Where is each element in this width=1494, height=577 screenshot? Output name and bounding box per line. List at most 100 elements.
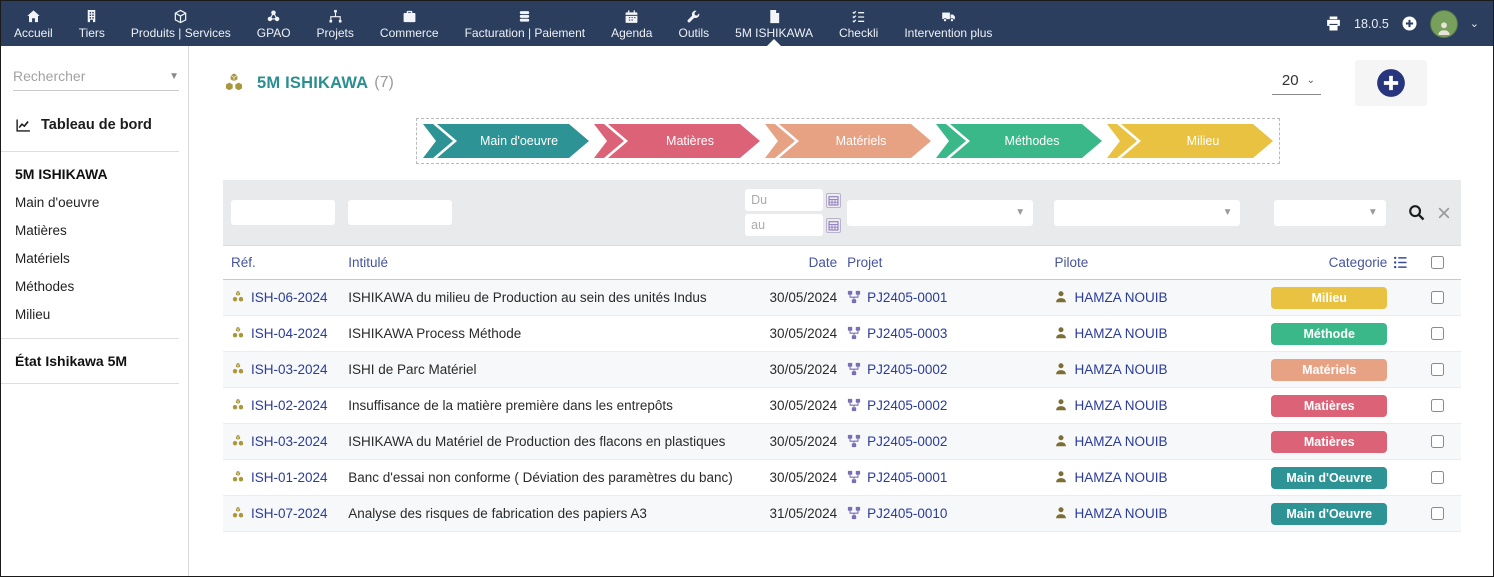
project-icon [847, 290, 861, 304]
row-checkbox[interactable] [1431, 507, 1444, 520]
search-icon[interactable] [1408, 204, 1425, 221]
list-view-icon[interactable] [1393, 255, 1408, 270]
calendar-picker-button[interactable] [826, 218, 841, 233]
nav-item-intervention-plus[interactable]: Intervention plus [891, 1, 1005, 46]
nav-item-accueil[interactable]: Accueil [1, 1, 66, 46]
pilot-link[interactable]: HAMZA NOUIB [1074, 506, 1167, 521]
table-header-row: Réf. Intitulé Date Projet Pilote Categor… [223, 246, 1461, 280]
nav-item-checkli[interactable]: Checkli [826, 1, 891, 46]
filter-date-from-input[interactable] [745, 189, 823, 211]
project-link[interactable]: PJ2405-0010 [867, 506, 947, 521]
chevron-down-icon[interactable]: ▼ [169, 71, 179, 82]
printer-icon[interactable] [1325, 15, 1342, 32]
checklist-icon [851, 9, 866, 24]
row-checkbox[interactable] [1431, 435, 1444, 448]
filter-date-to-input[interactable] [745, 214, 823, 236]
category-badge: Matériels [1271, 359, 1387, 381]
category-badge: Milieu [1271, 287, 1387, 309]
add-record-button[interactable] [1355, 60, 1427, 106]
molecule-icon [266, 9, 281, 24]
flow-step-main-doeuvre: Main d'oeuvre [423, 124, 589, 158]
row-date: 30/05/2024 [770, 398, 838, 413]
project-link[interactable]: PJ2405-0001 [867, 290, 947, 305]
chevron-down-icon[interactable]: ⌄ [1470, 17, 1479, 30]
sidebar-item-milieu[interactable]: Milieu [15, 307, 178, 322]
pilot-link[interactable]: HAMZA NOUIB [1074, 398, 1167, 413]
row-checkbox[interactable] [1431, 363, 1444, 376]
row-title: ISHI de Parc Matériel [348, 362, 476, 377]
ref-link[interactable]: ISH-07-2024 [251, 506, 328, 521]
pilot-link[interactable]: HAMZA NOUIB [1074, 290, 1167, 305]
row-checkbox[interactable] [1431, 471, 1444, 484]
search-input[interactable] [13, 68, 143, 84]
home-icon [26, 9, 41, 24]
sidebar-item-materiels[interactable]: Matériels [15, 251, 178, 266]
wrench-icon [686, 9, 701, 24]
sidebar-item-etat-ishikawa-5m[interactable]: État Ishikawa 5M [15, 353, 178, 369]
project-link[interactable]: PJ2405-0002 [867, 398, 947, 413]
filter-ref-input[interactable] [231, 200, 335, 225]
row-checkbox[interactable] [1431, 327, 1444, 340]
row-date: 31/05/2024 [770, 506, 838, 521]
sidebar-item-methodes[interactable]: Méthodes [15, 279, 178, 294]
row-checkbox[interactable] [1431, 399, 1444, 412]
nav-item-tiers[interactable]: Tiers [66, 1, 118, 46]
nav-item-projets[interactable]: Projets [304, 1, 367, 46]
pilot-link[interactable]: HAMZA NOUIB [1074, 470, 1167, 485]
project-link[interactable]: PJ2405-0002 [867, 362, 947, 377]
row-checkbox[interactable] [1431, 291, 1444, 304]
column-header-project[interactable]: Projet [847, 246, 1054, 280]
plus-circle-icon[interactable] [1401, 15, 1418, 32]
project-icon [847, 470, 861, 484]
nav-item-agenda[interactable]: Agenda [598, 1, 665, 46]
nav-item-facturation-paiement[interactable]: Facturation | Paiement [452, 1, 599, 46]
filter-pilot-select[interactable]: ▼ [1054, 200, 1240, 226]
sidebar-item-tableau-de-bord[interactable]: Tableau de bord [15, 117, 178, 133]
ref-link[interactable]: ISH-02-2024 [251, 398, 328, 413]
title-bar: 5M ISHIKAWA (7) 20 ⌄ [223, 60, 1427, 106]
page-size-selector[interactable]: 20 ⌄ [1272, 72, 1321, 95]
column-header-pilot[interactable]: Pilote [1054, 246, 1259, 280]
project-icon [847, 506, 861, 520]
ref-link[interactable]: ISH-04-2024 [251, 326, 328, 341]
column-header-date[interactable]: Date [738, 246, 847, 280]
project-link[interactable]: PJ2405-0003 [867, 326, 947, 341]
calendar-picker-button[interactable] [826, 193, 841, 208]
ref-link[interactable]: ISH-06-2024 [251, 290, 328, 305]
column-header-ref[interactable]: Réf. [223, 246, 348, 280]
clear-filters-icon[interactable] [1437, 206, 1451, 220]
filter-title-input[interactable] [348, 200, 452, 225]
table-row: ISH-02-2024 Insuffisance de la matière p… [223, 388, 1461, 424]
ref-link[interactable]: ISH-03-2024 [251, 362, 328, 377]
building-icon [84, 9, 99, 24]
sidebar-item-main-doeuvre[interactable]: Main d'oeuvre [15, 195, 178, 210]
filter-project-select[interactable]: ▼ [847, 200, 1033, 226]
column-header-title[interactable]: Intitulé [348, 246, 738, 280]
pilot-link[interactable]: HAMZA NOUIB [1074, 362, 1167, 377]
ref-link[interactable]: ISH-01-2024 [251, 470, 328, 485]
nav-item-outils[interactable]: Outils [665, 1, 722, 46]
nav-item-gpao[interactable]: GPAO [244, 1, 304, 46]
sidebar-item-matieres[interactable]: Matières [15, 223, 178, 238]
pilot-link[interactable]: HAMZA NOUIB [1074, 326, 1167, 341]
row-title: ISHIKAWA Process Méthode [348, 326, 521, 341]
nav-label: Commerce [380, 26, 439, 40]
nav-label: Tiers [79, 26, 105, 40]
user-icon [1054, 506, 1068, 520]
user-avatar[interactable] [1430, 10, 1458, 38]
project-link[interactable]: PJ2405-0001 [867, 470, 947, 485]
page-size-value: 20 [1282, 72, 1299, 89]
filter-category-select[interactable]: ▼ [1274, 200, 1386, 226]
row-title: Insuffisance de la matière première dans… [348, 398, 673, 413]
nav-item-produits-services[interactable]: Produits | Services [118, 1, 244, 46]
nav-item-5m-ishikawa[interactable]: 5M ISHIKAWA [722, 1, 826, 46]
column-header-category[interactable]: Categorie [1260, 246, 1393, 280]
pilot-link[interactable]: HAMZA NOUIB [1074, 434, 1167, 449]
nav-item-commerce[interactable]: Commerce [367, 1, 452, 46]
select-all-checkbox[interactable] [1431, 256, 1444, 269]
project-link[interactable]: PJ2405-0002 [867, 434, 947, 449]
chevron-down-icon: ⌄ [1307, 75, 1315, 86]
app-window: Accueil Tiers Produits | Services GPAO P… [0, 0, 1494, 577]
flow-step-label: Matériels [779, 124, 931, 158]
ref-link[interactable]: ISH-03-2024 [251, 434, 328, 449]
